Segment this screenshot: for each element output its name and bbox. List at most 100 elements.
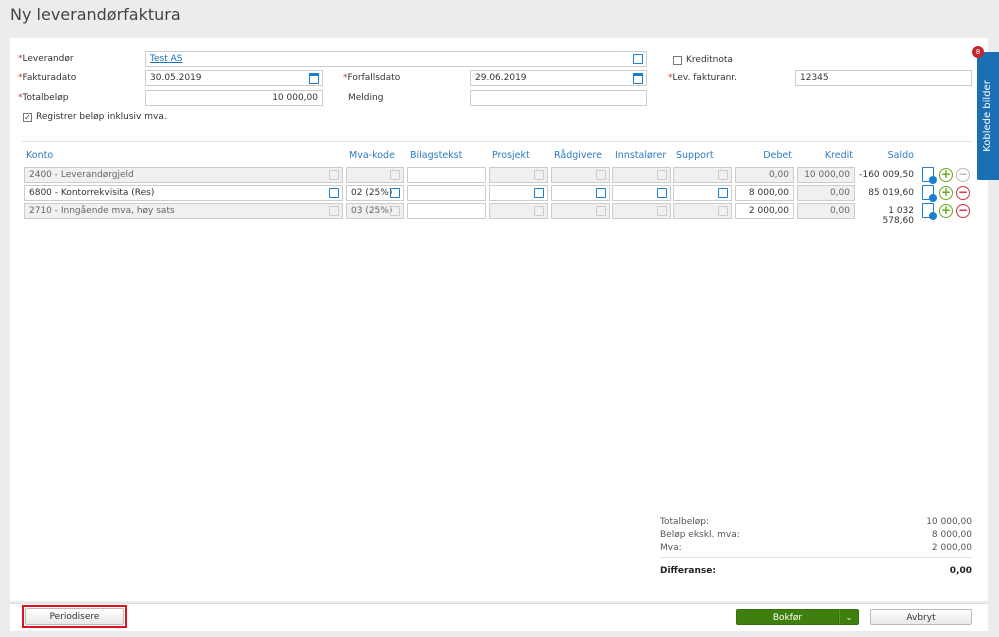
prosjekt-field[interactable] [489,203,548,219]
column-header-konto[interactable]: Konto [26,150,53,161]
kreditnota-checkbox[interactable] [673,56,682,65]
column-header-support[interactable]: Support [676,150,714,161]
column-header-debet[interactable]: Debet [735,150,792,161]
lookup-icon [390,206,400,216]
kreditnota-label: Kreditnota [686,55,733,65]
remove-row-icon[interactable]: − [956,186,970,200]
radgivere-field[interactable] [551,167,610,183]
calendar-icon[interactable] [309,73,319,84]
divider [22,141,972,142]
column-header-radgivere[interactable]: Rådgivere [554,150,602,161]
periodisere-button[interactable]: Periodisere [25,608,124,625]
lookup-icon [329,170,339,180]
innstalorer-field[interactable] [612,185,671,201]
debet-field[interactable]: 2 000,00 [735,203,794,219]
sum-mva-label: Mva: [660,543,682,553]
prosjekt-field[interactable] [489,185,548,201]
support-field[interactable] [673,185,732,201]
konto-field[interactable]: 6800 - Kontorrekvisita (Res) [24,185,343,201]
lookup-icon [596,170,606,180]
column-header-prosjekt[interactable]: Prosjekt [492,150,530,161]
innstalorer-field[interactable] [612,167,671,183]
forfallsdato-field[interactable]: 29.06.2019 [470,70,647,86]
attach-document-icon[interactable] [922,203,937,220]
prosjekt-field[interactable] [489,167,548,183]
konto-field[interactable]: 2710 - Inngående mva, høy sats [24,203,343,219]
add-row-icon[interactable]: + [939,168,953,182]
lookup-icon[interactable] [390,188,400,198]
saldo-value: -160 009,50 [859,170,914,180]
bokfor-button[interactable]: Bokfør [736,609,839,625]
radgivere-field[interactable] [551,185,610,201]
lookup-icon [718,170,728,180]
sum-totalbelop-label: Totalbeløp: [660,517,710,527]
mva-kode-field[interactable] [346,167,404,183]
fakturadato-field[interactable]: 30.05.2019 [145,70,323,86]
koblede-bilder-tab[interactable]: Koblede bilder [977,52,999,180]
kredit-field[interactable]: 0,00 [797,203,855,219]
bilagstekst-field[interactable] [407,167,486,183]
attachment-count-badge: 8 [972,46,984,58]
innstalorer-field[interactable] [612,203,671,219]
add-row-icon[interactable]: + [939,204,953,218]
differanse-value: 0,00 [949,566,972,576]
remove-row-icon: − [956,167,970,182]
column-header-kredit[interactable]: Kredit [797,150,853,161]
bilagstekst-field[interactable] [407,185,486,201]
inkl-mva-checkbox[interactable]: ✓ [23,113,32,122]
inkl-mva-label: Registrer beløp inklusiv mva. [36,112,167,122]
summary-divider [660,557,972,558]
support-field[interactable] [673,167,732,183]
lookup-icon[interactable] [329,188,339,198]
totalbelop-label: *Totalbeløp [18,93,69,103]
levfakturanr-label: *Lev. fakturanr. [668,73,738,83]
column-header-saldo[interactable]: Saldo [856,150,914,161]
saldo-value: 1 032 578,60 [882,206,915,226]
bokfor-dropdown-chevron-icon[interactable]: ⌄ [839,609,859,625]
konto-field[interactable]: 2400 - Leverandørgjeld [24,167,343,183]
lookup-icon[interactable] [596,188,606,198]
mva-kode-field[interactable]: 03 (25%) [346,203,404,219]
forfallsdato-label: *Forfallsdato [343,73,401,83]
column-header-bilagstekst[interactable]: Bilagstekst [410,150,462,161]
lookup-icon [596,206,606,216]
levfakturanr-field[interactable]: 12345 [795,70,972,86]
melding-label: Melding [348,93,384,103]
differanse-label: Differanse: [660,566,716,576]
attach-document-icon[interactable] [922,185,937,202]
lookup-icon [534,170,544,180]
debet-field[interactable]: 8 000,00 [735,185,794,201]
sum-ekskl-label: Beløp ekskl. mva: [660,530,740,540]
radgivere-field[interactable] [551,203,610,219]
debet-field[interactable]: 0,00 [735,167,794,183]
lookup-icon[interactable] [633,54,643,64]
avbryt-button[interactable]: Avbryt [870,609,972,625]
koblede-bilder-label: Koblede bilder [982,80,993,152]
kredit-field[interactable]: 10 000,00 [797,167,855,183]
lookup-icon[interactable] [718,188,728,198]
add-row-icon[interactable]: + [939,186,953,200]
mva-kode-field[interactable]: 02 (25%) [346,185,404,201]
column-header-innstalorer[interactable]: Innstalører [615,150,666,161]
lookup-icon[interactable] [657,188,667,198]
support-field[interactable] [673,203,732,219]
calendar-icon[interactable] [633,73,643,84]
totalbelop-field[interactable]: 10 000,00 [145,90,323,106]
attach-document-icon[interactable] [922,167,937,184]
sum-mva-value: 2 000,00 [931,543,972,553]
lookup-icon[interactable] [534,188,544,198]
lookup-icon [390,170,400,180]
lookup-icon [329,206,339,216]
lookup-icon [534,206,544,216]
leverandor-field[interactable]: Test AS [145,51,647,67]
fakturadato-label: *Fakturadato [18,73,77,83]
page-title: Ny leverandørfaktura [10,5,181,24]
bilagstekst-field[interactable] [407,203,486,219]
column-header-mva-kode[interactable]: Mva-kode [349,150,395,161]
lookup-icon [657,206,667,216]
remove-row-icon[interactable]: − [956,204,970,218]
melding-field[interactable] [470,90,647,106]
lookup-icon [657,170,667,180]
kredit-field[interactable]: 0,00 [797,185,855,201]
sum-ekskl-value: 8 000,00 [931,530,972,540]
